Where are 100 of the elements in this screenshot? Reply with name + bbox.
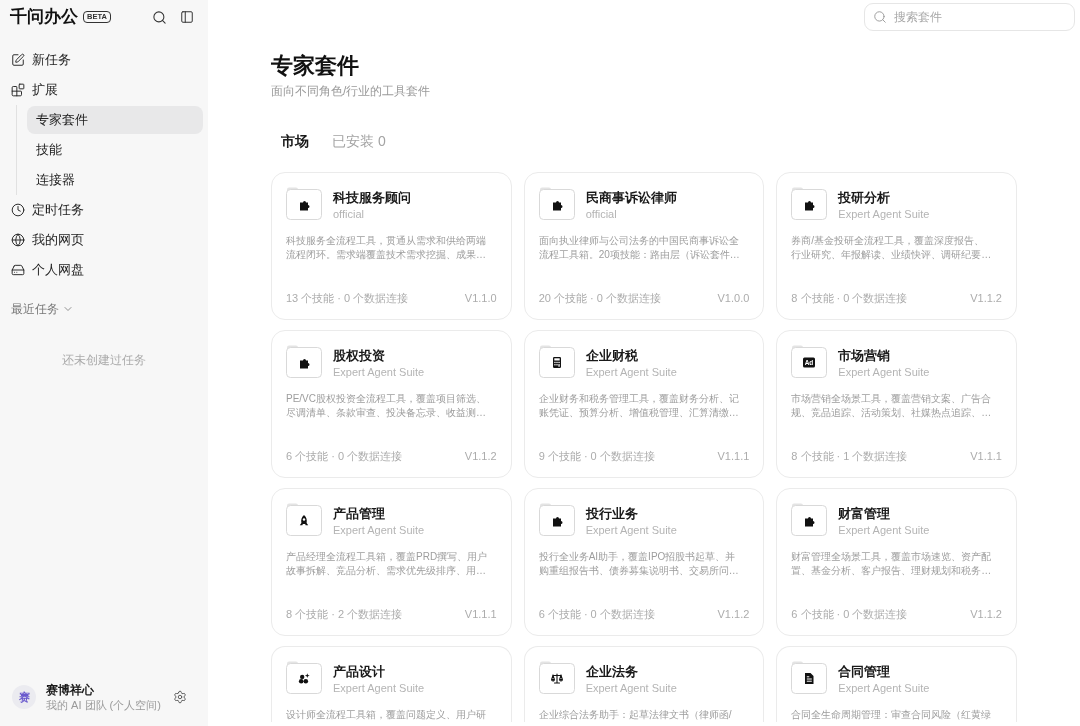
search-icon	[873, 10, 887, 24]
tab[interactable]: 市场	[271, 131, 319, 151]
suite-source: Expert Agent Suite	[585, 365, 677, 379]
version-label: V1.1.1	[970, 449, 1002, 463]
suite-description: 科技服务全流程工具，贯通从需求和供给两端 流程闭环。需求端覆盖技术需求挖掘、成果…	[286, 234, 486, 262]
suite-card[interactable]: 产品管理 Expert Agent Suite 产品经理全流程工具箱，覆盖PRD撰写、用户 故事拆解、竞品分析、需求优先级排序、用… 8 个技能 · 2 个数据连接 V1.1.1	[271, 488, 512, 636]
nav-subitem[interactable]: 连接器	[27, 166, 203, 194]
suite-stats: 20 个技能 · 0 个数据连接	[538, 291, 661, 305]
puzzle-piece-icon	[791, 187, 828, 220]
suite-description: 投行全业务AI助手，覆盖IPO招股书起草、并 购重组报告书、债券募集说明书、交易所问…	[538, 550, 739, 578]
version-label: V1.1.2	[970, 607, 1002, 621]
puzzle-piece-icon	[538, 503, 575, 536]
nav-item[interactable]: 我的网页	[5, 225, 203, 255]
suite-source: Expert Agent Suite	[838, 523, 930, 537]
version-label: V1.1.2	[717, 607, 750, 621]
suite-name: 市场营销	[838, 347, 892, 365]
user-avatar[interactable]: 赛	[12, 685, 36, 709]
suite-description: 券商/基金投研全流程工具，覆盖深度报告、 行业研究、年报解读、业绩快评、调研纪要…	[791, 234, 992, 262]
suite-card[interactable]: 财富管理 Expert Agent Suite 财富管理全场景工具，覆盖市场速览、资产配 置、基金分析、客户报告、理财规划和税务… 6 个技能 · 0 个数据连接 V1.1.2	[776, 488, 1017, 636]
page-subtitle: 面向不同角色/行业的工具套件	[271, 83, 432, 99]
suite-description: 企业综合法务助手：起草法律文书（律师函/	[538, 708, 732, 722]
suite-stats: 6 个技能 · 0 个数据连接	[538, 607, 655, 621]
brand-name: 千问办公	[10, 6, 78, 29]
suite-stats: 6 个技能 · 0 个数据连接	[286, 449, 403, 463]
suite-name: 财富管理	[838, 505, 892, 523]
suite-description: 企业财务和税务管理工具，覆盖财务分析、记 账凭证、预算分析、增值税管理、汇算清缴…	[538, 392, 739, 420]
empty-tasks-text: 还未创建过任务	[62, 352, 146, 368]
suite-name: 投研分析	[838, 189, 892, 207]
globe-icon	[11, 233, 25, 247]
page-title: 专家套件	[271, 52, 360, 80]
nav-subitem[interactable]: 技能	[27, 136, 203, 164]
suite-source: Expert Agent Suite	[838, 365, 930, 379]
suite-card[interactable]: 企业法务 Expert Agent Suite 企业综合法务助手：起草法律文书（律师函/	[523, 646, 765, 722]
version-label: V1.1.1	[717, 449, 750, 463]
suite-stats: 6 个技能 · 0 个数据连接	[791, 607, 908, 621]
suite-card[interactable]: 科技服务顾问 official 科技服务全流程工具，贯通从需求和供给两端 流程闭环。需求端覆盖技术需求挖掘、成果… 13 个技能 · 0 个数据连接 V1.1.0	[271, 172, 512, 320]
puzzle-piece-icon	[286, 187, 322, 220]
suite-source: Expert Agent Suite	[838, 681, 930, 695]
suite-stats: 13 个技能 · 0 个数据连接	[286, 291, 409, 305]
puzzle-piece-icon	[538, 187, 575, 220]
suite-source: Expert Agent Suite	[838, 207, 930, 221]
nav-subitem[interactable]: 专家套件	[27, 106, 203, 134]
puzzle-piece-icon	[286, 345, 322, 378]
suite-name: 科技服务顾问	[333, 189, 411, 207]
suite-name: 企业法务	[585, 663, 639, 681]
suite-name: 产品设计	[333, 663, 386, 681]
suite-source: official	[333, 207, 365, 221]
suite-source: Expert Agent Suite	[333, 523, 425, 537]
suite-card[interactable]: 合同管理 Expert Agent Suite 合同全生命周期管理：审查合同风险（红黄绿	[776, 646, 1017, 722]
suite-name: 合同管理	[838, 663, 892, 681]
suite-description: 财富管理全场景工具，覆盖市场速览、资产配 置、基金分析、客户报告、理财规划和税务…	[791, 550, 992, 578]
suite-description: PE/VC股权投资全流程工具，覆盖项目筛选、 尽调清单、条款审查、投决备忘录、收益测…	[286, 392, 486, 420]
nav-item[interactable]: 个人网盘	[5, 255, 203, 285]
recent-tasks-toggle[interactable]: 最近任务	[11, 301, 74, 317]
suite-stats: 8 个技能 · 0 个数据连接	[791, 291, 908, 305]
version-label: V1.1.0	[464, 291, 497, 305]
search-field[interactable]: 搜索套件	[864, 3, 1075, 31]
suite-source: Expert Agent Suite	[585, 681, 677, 695]
suite-card[interactable]: 民商事诉讼律师 official 面向执业律师与公司法务的中国民商事诉讼全 流程工具箱。20项技能：路由层（诉讼套件… 20 个技能 · 0 个数据连接 V1.0.0	[523, 172, 765, 320]
blocks-icon	[11, 83, 25, 97]
drive-icon	[11, 263, 25, 277]
version-label: V1.1.2	[970, 291, 1002, 305]
suite-stats: 8 个技能 · 1 个数据连接	[791, 449, 908, 463]
clock-icon	[11, 203, 25, 217]
suite-source: Expert Agent Suite	[333, 365, 425, 379]
suite-source: Expert Agent Suite	[585, 523, 677, 537]
suite-card[interactable]: 产品设计 Expert Agent Suite 设计师全流程工具箱，覆盖问题定义、用户研	[271, 646, 512, 722]
suite-name: 企业财税	[585, 347, 639, 365]
suite-card[interactable]: 投研分析 Expert Agent Suite 券商/基金投研全流程工具，覆盖深度报告、 行业研究、年报解读、业绩快评、调研纪要… 8 个技能 · 0 个数据连接 V1.1.2	[776, 172, 1017, 320]
suite-stats: 8 个技能 · 2 个数据连接	[286, 607, 403, 621]
suite-card[interactable]: 股权投资 Expert Agent Suite PE/VC股权投资全流程工具，覆盖项目筛选、 尽调清单、条款审查、投决备忘录、收益测… 6 个技能 · 0 个数据连接 V1.1.2	[271, 330, 512, 478]
user-team: 我的 AI 团队 (个人空间)	[46, 697, 161, 713]
suite-name: 投行业务	[585, 505, 639, 523]
user-name: 赛博祥心	[46, 681, 95, 698]
nav-item[interactable]: 扩展	[5, 75, 203, 105]
rocket-icon	[286, 503, 322, 536]
suite-description: 产品经理全流程工具箱，覆盖PRD撰写、用户 故事拆解、竞品分析、需求优先级排序、用…	[286, 550, 488, 578]
calculator-icon	[538, 345, 575, 378]
suite-description: 设计师全流程工具箱，覆盖问题定义、用户研	[286, 708, 486, 722]
sidebar-toggle-icon[interactable]	[180, 10, 194, 24]
suite-description: 市场营销全场景工具，覆盖营销文案、广告合 规、竞品追踪、活动策划、社媒热点追踪、…	[791, 392, 992, 420]
nav-item[interactable]: 新任务	[5, 45, 203, 75]
edit-icon	[11, 53, 25, 67]
suite-stats: 9 个技能 · 0 个数据连接	[538, 449, 655, 463]
version-label: V1.1.2	[464, 449, 497, 463]
suite-name: 产品管理	[333, 505, 386, 523]
version-label: V1.0.0	[717, 291, 750, 305]
search-icon[interactable]	[152, 9, 167, 25]
document-icon	[791, 661, 828, 694]
suite-description: 面向执业律师与公司法务的中国民商事诉讼全 流程工具箱。20项技能：路由层（诉讼套件…	[538, 234, 740, 262]
suite-source: official	[585, 207, 618, 221]
puzzle-piece-icon	[791, 503, 828, 536]
suite-card[interactable]: 企业财税 Expert Agent Suite 企业财务和税务管理工具，覆盖财务分析、记 账凭证、预算分析、增值税管理、汇算清缴… 9 个技能 · 0 个数据连接 V1.1.1	[523, 330, 765, 478]
nav-item[interactable]: 定时任务	[5, 195, 203, 225]
suite-card[interactable]: 投行业务 Expert Agent Suite 投行全业务AI助手，覆盖IPO招股书起草、并 购重组报告书、债券募集说明书、交易所问… 6 个技能 · 0 个数据连接 V1.1.2	[523, 488, 765, 636]
suite-source: Expert Agent Suite	[333, 681, 425, 695]
scale-icon	[538, 661, 575, 694]
settings-icon[interactable]	[173, 690, 187, 704]
version-label: V1.1.1	[464, 607, 497, 621]
circles-sparkle-icon	[286, 661, 322, 694]
